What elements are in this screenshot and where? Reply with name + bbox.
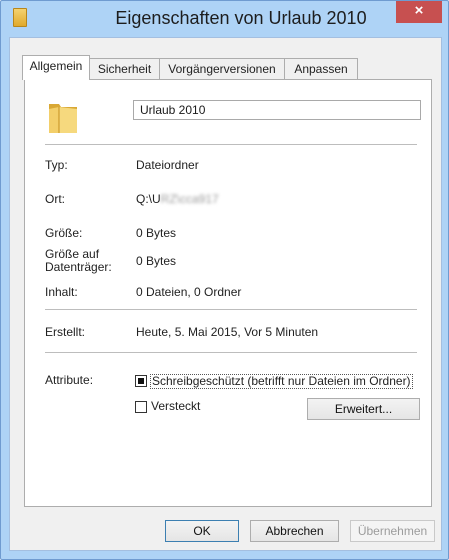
folder-icon	[49, 104, 77, 133]
size-value: 0 Bytes	[136, 226, 177, 240]
title-bar[interactable]: Eigenschaften von Urlaub 2010 ×	[1, 1, 448, 37]
created-value: Heute, 5. Mai 2015, Vor 5 Minuten	[136, 325, 319, 339]
location-value-prefix: Q:\U	[136, 192, 161, 206]
hidden-label[interactable]: Versteckt	[151, 400, 200, 413]
dialog-body: Allgemein Sicherheit Vorgängerversionen …	[9, 37, 442, 551]
size-label: Größe:	[45, 226, 83, 240]
location-value-obscured: RZ\cca917	[160, 192, 219, 206]
window-title: Eigenschaften von Urlaub 2010	[115, 8, 367, 28]
size-on-disk-label-line2: Datenträger:	[45, 260, 112, 274]
properties-window: Eigenschaften von Urlaub 2010 × Allgemei…	[0, 0, 449, 560]
separator	[45, 352, 417, 353]
general-tab-panel: Urlaub 2010 Typ: Dateiordner Ort: Q:\URZ…	[24, 79, 432, 507]
readonly-label[interactable]: Schreibgeschützt (betrifft nur Dateien i…	[150, 374, 413, 389]
location-label: Ort:	[45, 192, 65, 206]
type-value: Dateiordner	[136, 158, 199, 172]
contents-label: Inhalt:	[45, 285, 78, 299]
cancel-button[interactable]: Abbrechen	[250, 520, 339, 542]
close-button[interactable]: ×	[396, 1, 442, 23]
attributes-label: Attribute:	[45, 373, 94, 387]
folder-name-input[interactable]: Urlaub 2010	[133, 100, 421, 120]
separator	[45, 144, 417, 145]
folder-icon	[13, 8, 27, 27]
tab-anpassen[interactable]: Anpassen	[284, 58, 358, 79]
type-label: Typ:	[45, 158, 68, 172]
tab-allgemein[interactable]: Allgemein	[22, 55, 90, 80]
apply-button[interactable]: Übernehmen	[350, 520, 435, 542]
tab-sicherheit[interactable]: Sicherheit	[89, 58, 160, 79]
readonly-checkbox[interactable]	[135, 375, 147, 387]
location-value: Q:\URZ\cca917	[136, 193, 219, 206]
tab-vorgaengerversionen[interactable]: Vorgängerversionen	[159, 58, 285, 79]
size-on-disk-value: 0 Bytes	[136, 254, 177, 268]
contents-value: 0 Dateien, 0 Ordner	[136, 285, 242, 299]
created-label: Erstellt:	[45, 325, 86, 339]
size-on-disk-label: Größe auf Datenträger:	[45, 248, 112, 274]
advanced-button[interactable]: Erweitert...	[307, 398, 420, 420]
separator	[45, 309, 417, 310]
ok-button[interactable]: OK	[165, 520, 239, 542]
hidden-checkbox[interactable]	[135, 401, 147, 413]
